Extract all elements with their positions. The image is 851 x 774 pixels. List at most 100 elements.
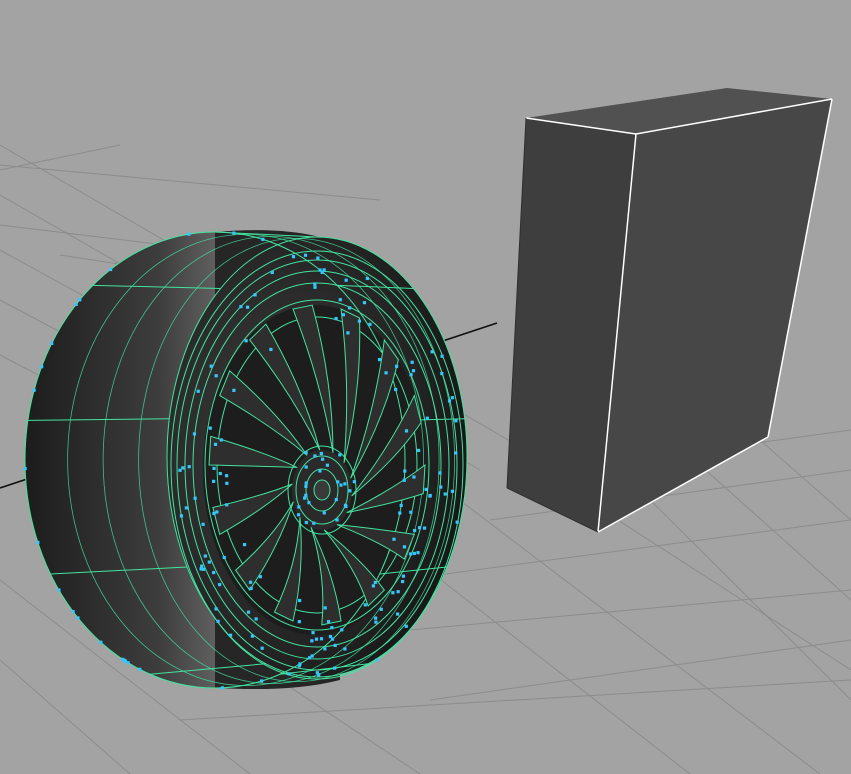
vertex-point xyxy=(228,633,233,637)
vertex-point xyxy=(74,302,78,306)
vertex-point xyxy=(348,306,352,310)
vertex-point xyxy=(339,483,343,487)
vertex-point xyxy=(123,659,128,663)
vertex-point xyxy=(417,448,421,453)
vertex-point xyxy=(178,468,182,472)
vertex-point xyxy=(219,438,223,442)
vertex-point xyxy=(330,626,334,630)
vertex-point xyxy=(365,276,369,281)
vertex-point xyxy=(316,256,320,260)
viewport-canvas[interactable] xyxy=(0,0,851,774)
vertex-point xyxy=(216,619,220,623)
vertex-point xyxy=(32,388,36,392)
vertex-point xyxy=(50,341,54,346)
vertex-point xyxy=(454,451,458,455)
vertex-point xyxy=(450,396,455,400)
vertex-point xyxy=(341,313,346,317)
vertex-point xyxy=(304,465,308,469)
vertex-point xyxy=(450,489,455,493)
vertex-point xyxy=(330,637,335,641)
vertex-point xyxy=(409,510,413,514)
vertex-point xyxy=(307,501,311,505)
grid-line xyxy=(0,164,381,201)
vertex-point xyxy=(261,237,265,241)
box-mesh[interactable] xyxy=(506,88,833,533)
vertex-point xyxy=(368,322,372,326)
vertex-point xyxy=(297,664,301,668)
vertex-point xyxy=(313,454,317,458)
vertex-point xyxy=(313,285,317,289)
vertex-point xyxy=(374,616,378,620)
tire-wheel-mesh[interactable] xyxy=(23,230,468,690)
vertex-point xyxy=(313,282,317,286)
vertex-point xyxy=(343,503,348,507)
vertex-point xyxy=(201,522,205,526)
vertex-point xyxy=(203,554,207,558)
vertex-point xyxy=(184,506,188,510)
vertex-point xyxy=(214,374,218,378)
vertex-point xyxy=(343,647,347,651)
vertex-point xyxy=(422,526,427,530)
vertex-point xyxy=(424,487,428,491)
vertex-point xyxy=(447,399,452,403)
vertex-point xyxy=(291,255,296,259)
vertex-point xyxy=(392,537,396,541)
vertex-point xyxy=(303,253,308,257)
vertex-point xyxy=(323,606,327,610)
vertex-point xyxy=(400,579,405,584)
vertex-point xyxy=(40,365,44,369)
vertex-point xyxy=(23,466,27,471)
vertex-point xyxy=(325,463,329,467)
perspective-viewport[interactable] xyxy=(0,0,851,774)
vertex-point xyxy=(399,503,403,508)
vertex-point xyxy=(455,520,459,524)
vertex-point xyxy=(438,471,442,475)
vertex-point xyxy=(224,474,229,478)
vertex-point xyxy=(196,389,200,393)
vertex-point xyxy=(416,551,420,555)
vertex-point xyxy=(428,493,432,498)
vertex-point xyxy=(304,481,308,485)
vertex-point xyxy=(179,514,184,518)
vertex-point xyxy=(315,671,319,675)
vertex-point xyxy=(138,667,142,671)
grid-line xyxy=(699,464,851,601)
vertex-point xyxy=(242,542,247,547)
vertex-point xyxy=(314,637,319,641)
vertex-point xyxy=(403,469,407,473)
vertex-point xyxy=(379,607,383,611)
vertex-point xyxy=(304,451,308,455)
vertex-point xyxy=(311,631,315,635)
vertex-point xyxy=(200,564,204,568)
vertex-point xyxy=(246,610,251,614)
vertex-point xyxy=(401,574,406,578)
vertex-point xyxy=(440,354,444,358)
vertex-point xyxy=(373,580,377,584)
vertex-point xyxy=(371,584,376,588)
vertex-point xyxy=(322,268,326,272)
vertex-point xyxy=(254,617,258,621)
vertex-point xyxy=(269,347,273,352)
vertex-point xyxy=(258,575,262,579)
vertex-point xyxy=(220,686,225,690)
vertex-point xyxy=(391,591,395,595)
vertex-point xyxy=(109,267,113,272)
vertex-point xyxy=(398,511,402,515)
vertex-point xyxy=(404,429,409,433)
vertex-point xyxy=(215,510,219,514)
grid-line xyxy=(0,659,131,774)
vertex-point xyxy=(193,496,197,500)
vertex-point xyxy=(322,511,326,515)
vertex-point xyxy=(260,646,264,650)
vertex-point xyxy=(439,485,443,489)
vertex-point xyxy=(326,620,331,624)
vertex-point xyxy=(412,475,416,479)
vertex-point xyxy=(250,634,255,638)
vertex-point xyxy=(338,453,342,457)
vertex-point xyxy=(320,457,325,461)
vertex-point xyxy=(362,301,367,305)
vertex-point xyxy=(222,555,226,560)
vertex-point xyxy=(212,479,216,483)
vertex-point xyxy=(404,624,408,628)
vertex-point xyxy=(396,590,400,594)
